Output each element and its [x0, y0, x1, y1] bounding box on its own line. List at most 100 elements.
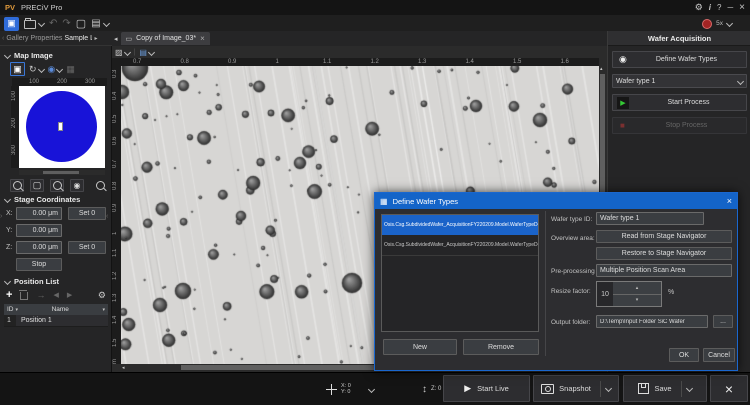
tab-close-icon[interactable]: × [200, 34, 205, 43]
spin-down-button[interactable]: ▾ [613, 295, 661, 307]
stage-position-marker[interactable] [58, 122, 63, 131]
pan-icon: ◉ [74, 181, 81, 190]
redo-icon[interactable]: ↷ [62, 18, 70, 29]
z-set0-button[interactable]: Set 0 [68, 241, 106, 254]
z-position: Z: 0 [431, 386, 441, 392]
info-icon[interactable]: i [709, 3, 711, 12]
wafer-type-value: Wafer type 1 [616, 78, 738, 85]
annotation-tool-button[interactable]: ▨ [115, 48, 130, 57]
stage-limit-icon[interactable]: ▦ [66, 64, 75, 75]
delete-position-icon[interactable] [20, 292, 28, 300]
position-table-header[interactable]: ID ▾ Name ▾ [4, 304, 108, 315]
window-close-icon[interactable]: × [739, 2, 745, 13]
map-canvas[interactable] [19, 86, 105, 168]
wafer-type-dropdown[interactable]: Wafer type 1 [612, 74, 747, 88]
minimize-icon[interactable]: ─ [727, 3, 733, 12]
doc-tab-scroll-icon[interactable]: ◂ [114, 35, 118, 43]
map-refresh-button[interactable]: ↻ [29, 64, 44, 75]
wafer-type-list-item[interactable]: Osis.Csg.SubdividedWafer_AcquisitionFY22… [382, 235, 538, 256]
tab-properties[interactable]: Properties [31, 35, 63, 42]
map-image-header[interactable]: Map Image [5, 51, 53, 60]
x-set0-button[interactable]: Set 0 [68, 207, 106, 220]
wafer-type-list-item-selected[interactable]: Osis.Csg.SubdividedWafer_AcquisitionFY22… [382, 215, 538, 235]
help-icon[interactable]: ? [717, 3, 721, 12]
y-coordinate-field[interactable]: 0.00 μm [16, 224, 62, 237]
spin-up-button[interactable]: ▴ [613, 282, 661, 295]
map-stage-button[interactable]: ◉ [48, 64, 63, 75]
wafer-type-list[interactable]: Osis.Csg.SubdividedWafer_AcquisitionFY22… [381, 214, 539, 332]
pan-button[interactable]: ◉ [70, 179, 84, 192]
output-folder-input[interactable]: D:\Temp\Input Folder SiC Wafer [596, 315, 708, 328]
map-hscrollbar[interactable] [19, 170, 105, 175]
fit-icon: ▢ [33, 180, 42, 191]
previous-position-icon[interactable]: ◀ [53, 291, 58, 299]
ok-button[interactable]: OK [669, 348, 699, 362]
new-button[interactable]: New [383, 339, 457, 355]
save-button[interactable]: Save [623, 375, 707, 402]
tab-scroll-left-icon[interactable]: ‹ [2, 35, 4, 42]
settings-icon[interactable]: ⚙ [695, 2, 703, 13]
define-wafer-types-button[interactable]: ◉ Define Wafer Types [612, 51, 747, 68]
col-id-label: ID [7, 306, 14, 313]
stage-coordinates-header[interactable]: Stage Coordinates [5, 195, 80, 204]
add-position-icon[interactable]: + [6, 289, 12, 301]
remove-button[interactable]: Remove [463, 339, 539, 355]
xy-stage-control[interactable]: X: 0 Y: 0 [322, 378, 378, 400]
next-position-icon[interactable]: ▶ [67, 291, 72, 299]
position-list-header[interactable]: Position List [5, 277, 59, 286]
stop-stage-button[interactable]: Stop [16, 258, 62, 271]
filter-icon[interactable]: ▾ [16, 307, 19, 313]
move-to-position-icon[interactable]: → [36, 290, 45, 300]
scroll-up-icon[interactable]: ▴ [600, 66, 603, 72]
dialog-close-icon[interactable]: × [727, 196, 732, 206]
save-label: Save [654, 384, 671, 393]
close-live-button[interactable]: × [710, 375, 748, 402]
resize-factor-value[interactable]: 10 [597, 282, 613, 306]
start-live-button[interactable]: ▶ Start Live [443, 375, 530, 402]
wafer-type-id-label: Wafer type ID: [551, 216, 592, 223]
save-icon [638, 383, 649, 394]
position-table-row[interactable]: 1 Position 1 [4, 315, 108, 327]
chevron-down-icon[interactable] [605, 385, 612, 392]
browse-folder-button[interactable]: ... [713, 315, 733, 328]
sidebar-collapse-right-icon[interactable]: ‹ [106, 213, 108, 220]
remove-label: Remove [488, 344, 514, 351]
filter-icon[interactable]: ▾ [102, 307, 105, 313]
report-icon: ▤ [91, 18, 100, 29]
sidebar-collapse-left-icon[interactable]: › [0, 213, 2, 220]
display-mode-button[interactable]: ▤ [139, 48, 154, 57]
zoom-region-button[interactable] [50, 179, 64, 192]
snapshot-button[interactable]: Snapshot [533, 375, 619, 402]
scroll-left-icon[interactable]: ◂ [122, 365, 125, 371]
undo-icon[interactable]: ↶ [49, 18, 57, 29]
stop-process-button[interactable]: ■ Stop Process [612, 117, 747, 134]
z-coordinate-field[interactable]: 0.00 μm [16, 241, 62, 254]
open-file-button[interactable] [24, 18, 44, 29]
fit-view-button[interactable]: ▢ [30, 179, 44, 192]
pre-processing-macro-dropdown[interactable]: Multiple Position Scan Area [596, 264, 732, 277]
z-label: Z: [6, 244, 12, 251]
start-process-label: Start Process [635, 99, 742, 106]
zoom-tool-icon[interactable] [96, 181, 105, 190]
collapse-icon [4, 52, 11, 59]
document-tab[interactable]: ▭ Copy of Image_03* × [121, 32, 210, 45]
magnification-selector[interactable]: 5x [702, 19, 732, 29]
start-process-button[interactable]: ▶ Start Process [612, 94, 747, 111]
resize-factor-spinner[interactable]: 10 ▴ ▾ [596, 281, 662, 307]
report-button[interactable]: ▤ [91, 18, 108, 29]
cancel-button[interactable]: Cancel [703, 348, 735, 362]
dialog-title-bar[interactable]: ▦ Define Wafer Types × [375, 193, 737, 209]
wafer-type-id-input[interactable]: Wafer type 1 [596, 212, 704, 225]
read-from-stage-navigator-button[interactable]: Read from Stage Navigator [596, 230, 732, 243]
tab-sample-list[interactable]: Sample List [64, 35, 92, 42]
tab-scroll-right-icon[interactable]: ▸ [94, 35, 97, 42]
position-settings-icon[interactable]: ⚙ [98, 290, 106, 301]
fullscreen-icon[interactable]: ▢ [76, 17, 86, 30]
map-select-tool-button[interactable]: ▣ [10, 62, 25, 76]
zoom-in-button[interactable] [10, 179, 24, 192]
restore-to-stage-navigator-button[interactable]: Restore to Stage Navigator [596, 247, 732, 260]
chevron-down-icon[interactable] [686, 385, 693, 392]
x-coordinate-field[interactable]: 0.00 μm [16, 207, 62, 220]
app-menu-button[interactable]: ▣ [4, 17, 19, 31]
tab-gallery[interactable]: Gallery [6, 35, 28, 42]
